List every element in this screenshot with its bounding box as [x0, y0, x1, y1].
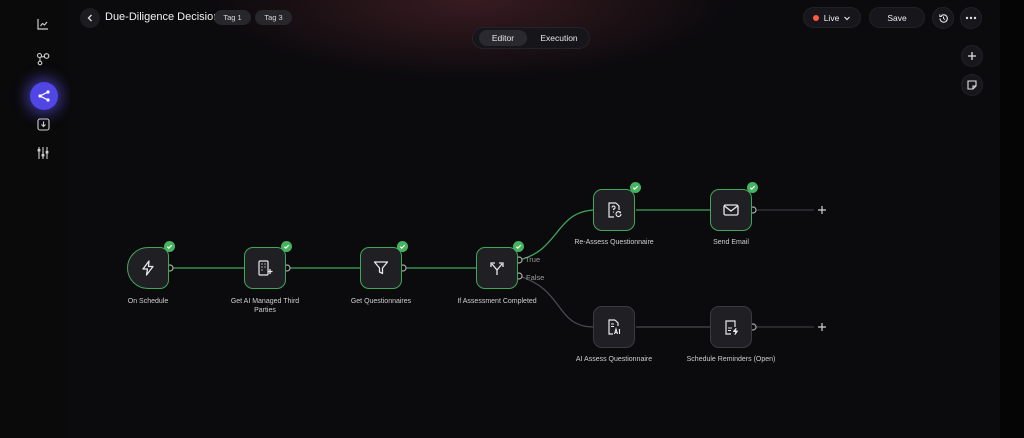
node-label: Send Email — [713, 239, 749, 246]
node-get-questionnaires[interactable] — [360, 247, 402, 289]
node-label: Get AI Managed Third Parties — [230, 298, 300, 314]
branch-label-true: True — [525, 255, 541, 264]
sticky-note-button[interactable] — [961, 74, 983, 96]
node-if-assessment-completed[interactable] — [476, 247, 518, 289]
success-check-icon — [513, 241, 524, 252]
node-label: Schedule Reminders (Open) — [686, 356, 776, 363]
connections — [166, 206, 826, 331]
live-indicator — [812, 14, 819, 21]
node-schedule-reminders-open[interactable] — [710, 306, 752, 348]
success-check-icon — [747, 182, 758, 193]
connection-true — [518, 209, 595, 261]
success-check-icon — [164, 241, 175, 252]
more-horizontal-icon — [965, 16, 977, 20]
back-button[interactable] — [80, 8, 100, 28]
success-check-icon — [630, 182, 641, 193]
view-toggle: Editor Execution — [472, 27, 590, 49]
sticky-note-icon — [967, 80, 977, 90]
branch-label-false: False — [526, 273, 545, 282]
more-options-button[interactable] — [960, 7, 982, 29]
history-icon — [938, 13, 948, 23]
branch-icon — [490, 262, 504, 275]
add-node-icon[interactable] — [818, 206, 826, 214]
building-plus-icon — [258, 260, 273, 276]
node-get-ai-managed-third-parties[interactable] — [244, 247, 286, 289]
chevron-left-icon — [87, 14, 92, 22]
success-check-icon — [281, 241, 292, 252]
save-button[interactable]: Save — [869, 7, 925, 28]
node-label: On Schedule — [127, 298, 169, 305]
chevron-down-icon — [844, 16, 851, 20]
node-label: If Assessment Completed — [457, 298, 537, 305]
document-ai-icon — [608, 319, 621, 335]
node-on-schedule[interactable] — [127, 247, 169, 289]
tag-badge[interactable]: Tag 1 — [214, 10, 251, 25]
success-check-icon — [397, 241, 408, 252]
lightning-icon — [142, 260, 154, 276]
add-node-button[interactable] — [961, 45, 983, 67]
mail-icon — [723, 204, 739, 216]
node-label: AI Assess Questionnaire — [575, 356, 653, 363]
node-label: Get Questionnaires — [350, 298, 412, 305]
add-node-icon[interactable] — [818, 323, 826, 331]
status-dropdown[interactable]: Live — [803, 7, 861, 28]
document-lightning-icon — [725, 320, 738, 335]
node-send-email[interactable] — [710, 189, 752, 231]
workflow-title[interactable]: Due-Diligence Decision — [105, 11, 219, 23]
status-label: Live — [823, 12, 840, 23]
document-refresh-icon — [608, 202, 622, 218]
tag-badge[interactable]: Tag 3 — [255, 10, 292, 25]
tab-editor[interactable]: Editor — [479, 30, 527, 46]
tab-execution[interactable]: Execution — [531, 30, 587, 46]
filter-icon — [373, 261, 389, 275]
node-re-assess-questionnaire[interactable] — [593, 189, 635, 231]
history-button[interactable] — [932, 7, 954, 29]
node-ai-assess-questionnaire[interactable] — [593, 306, 635, 348]
plus-icon — [968, 52, 976, 60]
node-label: Re-Assess Questionnaire — [574, 239, 654, 246]
